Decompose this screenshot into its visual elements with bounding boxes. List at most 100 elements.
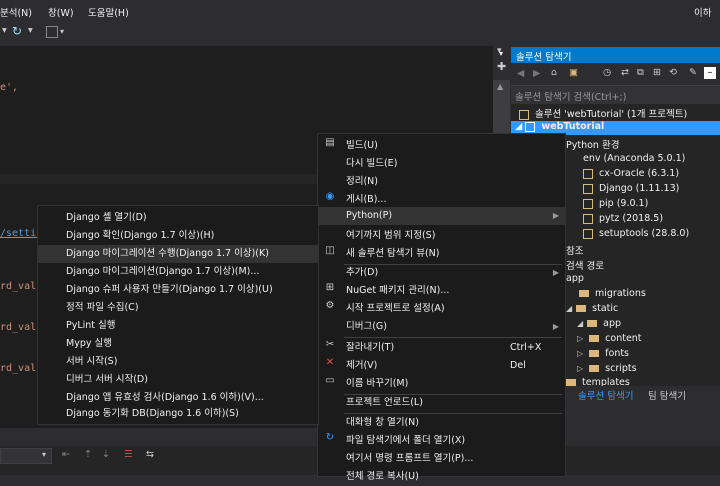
- open-folder-icon: ↻: [325, 432, 335, 443]
- menu-window[interactable]: 창(W): [48, 5, 74, 19]
- clear-all-icon[interactable]: ☰: [124, 449, 133, 460]
- delete-icon: ✕: [325, 357, 335, 368]
- refresh-icon[interactable]: ⟲: [669, 67, 677, 78]
- tree-item-package[interactable]: Django (1.11.13): [583, 183, 679, 194]
- menu-item-cut[interactable]: ✂ 잘라내기(T) Ctrl+X: [318, 339, 565, 357]
- dropdown-arrow-icon[interactable]: ▾: [60, 27, 64, 36]
- pending-changes-icon[interactable]: ◷: [603, 67, 611, 78]
- menu-item-startup[interactable]: ⚙ 시작 프로젝트로 설정(A): [318, 300, 565, 318]
- collapse-all-icon[interactable]: ⧉: [637, 67, 644, 78]
- code-line: rd_vali: [0, 363, 43, 374]
- menu-item-new-view[interactable]: ◫ 새 솔루션 탐색기 뷰(N): [318, 245, 565, 263]
- menu-item-clean[interactable]: 정리(N): [318, 173, 565, 191]
- menu-item-open-folder[interactable]: ↻ 파일 탐색기에서 폴더 열기(X): [318, 432, 565, 450]
- toolbar-icon[interactable]: [46, 26, 58, 38]
- menu-item-start-server[interactable]: 서버 시작(S): [38, 353, 318, 371]
- dropdown-arrow-icon[interactable]: ▾: [499, 49, 503, 58]
- menu-item-mypy[interactable]: Mypy 실행: [38, 335, 318, 353]
- menu-item-add[interactable]: 추가(D) ▶: [318, 264, 565, 282]
- tree-item-static[interactable]: ◢ static: [566, 303, 618, 314]
- submenu-arrow-icon: ▶: [552, 322, 559, 331]
- python-project-icon: [525, 121, 536, 132]
- menu-bar: 분석(N) 창(W) 도움말(H) 이하얀: [0, 0, 720, 33]
- package-icon: [583, 198, 593, 209]
- back-icon[interactable]: ◀: [517, 68, 524, 79]
- chevron-down-icon: ▾: [42, 450, 47, 459]
- tree-item-scripts[interactable]: ▷ scripts: [577, 363, 637, 374]
- tree-item-solution[interactable]: 솔루션 'webTutorial' (1개 프로젝트): [519, 106, 687, 120]
- preview-icon[interactable]: –: [704, 67, 716, 79]
- menu-item-nuget[interactable]: ⊞ NuGet 패키지 관리(N)...: [318, 282, 565, 300]
- tree-item-references[interactable]: 참조: [566, 243, 583, 257]
- tree-item-package[interactable]: pip (9.0.1): [583, 198, 648, 209]
- menu-item-django-syncdb[interactable]: Django 동기화 DB(Django 1.6 이하)(S): [38, 405, 318, 423]
- globe-icon: ◉: [325, 191, 335, 202]
- menu-item-django-check[interactable]: Django 확인(Django 1.7 이상)(H): [38, 227, 318, 245]
- tree-item-app[interactable]: app: [566, 273, 584, 284]
- package-icon: [583, 213, 593, 224]
- tab-solution-explorer[interactable]: 솔루션 탐색기: [578, 388, 633, 402]
- project-context-menu: ▤ 빌드(U) 다시 빌드(E) 정리(N) ◉ 게시(B)... Python(P…: [317, 133, 566, 482]
- menu-item-django-migrate[interactable]: Django 마이그레이션(Django 1.7 이상)(M)...: [38, 263, 318, 281]
- sync-icon[interactable]: ⇄: [621, 67, 629, 78]
- folder-icon: [589, 365, 600, 372]
- tree-item-package[interactable]: pytz (2018.5): [583, 213, 663, 224]
- menu-item-rebuild[interactable]: 다시 빌드(E): [318, 155, 565, 173]
- menu-help[interactable]: 도움말(H): [88, 5, 129, 19]
- package-icon: [583, 183, 593, 194]
- menu-item-debug-server[interactable]: 디버그 서버 시작(D): [38, 371, 318, 389]
- solution-search-input[interactable]: 솔루션 탐색기 검색(Ctrl+;): [511, 85, 720, 104]
- menu-item-copy-path[interactable]: 전체 경로 복사(U): [318, 468, 565, 486]
- tree-item-python-env[interactable]: Python 환경: [566, 137, 619, 151]
- menu-item-unload[interactable]: 프로젝트 언로드(L): [318, 394, 565, 412]
- menu-item-pylint[interactable]: PyLint 실행: [38, 317, 318, 335]
- tree-item-env[interactable]: env (Anaconda 5.0.1): [583, 153, 685, 164]
- submenu-arrow-icon: ▶: [552, 268, 559, 277]
- menu-item-remove[interactable]: ✕ 제거(V) Del: [318, 357, 565, 375]
- nuget-icon: ⊞: [325, 282, 335, 293]
- tree-item-package[interactable]: cx-Oracle (6.3.1): [583, 168, 679, 179]
- toolbar: ▾ ↻ ▾ ▾: [0, 22, 720, 44]
- next-icon[interactable]: ⇣: [102, 449, 110, 460]
- menu-item-collectstatic[interactable]: 정적 파일 수집(C): [38, 299, 318, 317]
- menu-item-scope[interactable]: 여기까지 범위 지정(S): [318, 227, 565, 245]
- switch-view-icon[interactable]: ▣: [569, 67, 578, 78]
- tree-item-content[interactable]: ▷ content: [577, 333, 642, 344]
- dropdown-arrow-icon[interactable]: ▾: [28, 25, 33, 36]
- forward-icon[interactable]: ▶: [533, 68, 540, 79]
- tree-item-fonts[interactable]: ▷ fonts: [577, 348, 629, 359]
- dropdown-arrow-icon[interactable]: ▾: [2, 25, 7, 36]
- refresh-icon[interactable]: ↻: [12, 24, 22, 38]
- find-icon[interactable]: ⇤: [62, 449, 70, 460]
- menu-item-python[interactable]: Python(P) ▶: [318, 207, 565, 225]
- word-wrap-icon[interactable]: ⇆: [146, 449, 154, 460]
- tree-item-static-app[interactable]: ◢ app: [577, 318, 621, 329]
- collapse-icon: ◢: [577, 319, 584, 328]
- menu-item-rename[interactable]: ▭ 이름 바꾸기(M): [318, 375, 565, 393]
- expand-icon: ◢: [515, 121, 523, 132]
- menu-item-django-makemigrations[interactable]: Django 마이그레이션 수행(Django 1.7 이상)(K): [38, 245, 318, 263]
- menu-separator: [344, 337, 562, 338]
- tree-item-migrations[interactable]: migrations: [579, 288, 646, 299]
- split-icon[interactable]: ✚: [497, 60, 506, 73]
- home-icon[interactable]: ⌂: [551, 67, 557, 78]
- menu-item-django-shell[interactable]: Django 셸 열기(D): [38, 209, 318, 227]
- tab-team-explorer[interactable]: 팀 탐색기: [648, 388, 686, 402]
- scroll-up-icon[interactable]: ▲: [497, 82, 503, 91]
- code-line: rd_vali: [0, 322, 43, 333]
- menu-item-debug[interactable]: 디버그(G) ▶: [318, 318, 565, 336]
- expand-icon: ▷: [577, 334, 584, 343]
- menu-item-interactive[interactable]: 대화형 창 열기(N): [318, 414, 565, 432]
- menu-item-django-superuser[interactable]: Django 슈퍼 사용자 만들기(Django 1.7 이상)(U): [38, 281, 318, 299]
- tree-item-package[interactable]: setuptools (28.8.0): [583, 228, 689, 239]
- show-all-icon[interactable]: ⊞: [653, 67, 661, 78]
- menu-item-open-cmd[interactable]: 여기서 명령 프롬프트 열기(P)...: [318, 450, 565, 468]
- menu-analyze[interactable]: 분석(N): [0, 5, 32, 19]
- properties-icon[interactable]: ✎: [689, 67, 697, 78]
- menu-item-build[interactable]: ▤ 빌드(U): [318, 137, 565, 155]
- prev-icon[interactable]: ⇡: [84, 449, 92, 460]
- tree-item-search-paths[interactable]: 검색 경로: [566, 258, 604, 272]
- folder-icon: [589, 350, 600, 357]
- collapse-icon: ◢: [566, 304, 573, 313]
- code-line: /settin: [0, 228, 43, 239]
